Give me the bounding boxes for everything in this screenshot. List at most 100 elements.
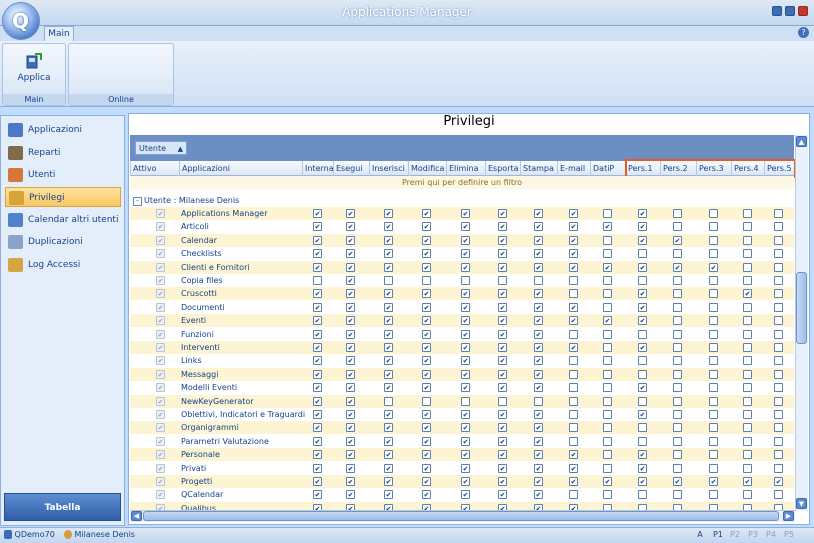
permission-checkbox[interactable]	[346, 410, 355, 419]
permission-checkbox[interactable]	[569, 316, 578, 326]
permission-checkbox[interactable]	[534, 276, 543, 285]
permission-checkbox[interactable]	[461, 396, 470, 406]
permission-checkbox[interactable]	[774, 262, 783, 272]
permission-checkbox[interactable]	[461, 423, 470, 433]
permission-checkbox[interactable]	[774, 249, 783, 259]
permission-checkbox[interactable]	[638, 222, 647, 232]
permission-checkbox[interactable]	[498, 463, 507, 473]
active-checkbox[interactable]	[156, 396, 165, 406]
permission-checkbox[interactable]	[498, 356, 507, 366]
permission-checkbox[interactable]	[498, 329, 507, 339]
permission-checkbox[interactable]	[313, 343, 322, 352]
permission-checkbox[interactable]	[346, 423, 355, 433]
permission-checkbox[interactable]	[498, 423, 507, 433]
permission-checkbox[interactable]	[638, 276, 647, 285]
permission-checkbox[interactable]	[774, 436, 783, 446]
permission-checkbox[interactable]	[461, 329, 470, 339]
permission-checkbox[interactable]	[346, 396, 355, 406]
permission-checkbox[interactable]	[422, 396, 431, 406]
permission-checkbox[interactable]	[498, 276, 507, 285]
permission-checkbox[interactable]	[346, 450, 355, 460]
permission-checkbox[interactable]	[534, 235, 543, 245]
permission-checkbox[interactable]	[313, 463, 322, 473]
permission-checkbox[interactable]	[498, 477, 507, 486]
permission-checkbox[interactable]	[384, 329, 393, 339]
permission-checkbox[interactable]	[709, 316, 718, 326]
active-checkbox[interactable]	[156, 249, 165, 259]
permission-checkbox[interactable]	[569, 276, 578, 285]
horizontal-scroll-thumb[interactable]	[143, 511, 779, 521]
permission-checkbox[interactable]	[603, 329, 612, 339]
user-group-row[interactable]: – Utente : Milanese Denis	[130, 194, 794, 207]
permission-checkbox[interactable]	[569, 222, 578, 232]
column-header[interactable]: Stampa	[520, 161, 557, 176]
permission-checkbox[interactable]	[709, 369, 718, 379]
permission-checkbox[interactable]	[774, 477, 783, 486]
permission-checkbox[interactable]	[461, 436, 470, 446]
permission-checkbox[interactable]	[709, 276, 718, 285]
permission-checkbox[interactable]	[638, 209, 647, 218]
permission-checkbox[interactable]	[638, 410, 647, 419]
permission-checkbox[interactable]	[569, 396, 578, 406]
active-checkbox[interactable]	[156, 410, 165, 419]
permission-checkbox[interactable]	[461, 222, 470, 232]
permission-checkbox[interactable]	[673, 477, 682, 486]
permission-checkbox[interactable]	[709, 209, 718, 218]
permission-checkbox[interactable]	[384, 209, 393, 218]
permission-checkbox[interactable]	[461, 276, 470, 285]
permission-checkbox[interactable]	[673, 436, 682, 446]
permission-checkbox[interactable]	[569, 289, 578, 299]
permission-checkbox[interactable]	[313, 369, 322, 379]
permission-checkbox[interactable]	[461, 316, 470, 326]
permission-checkbox[interactable]	[346, 329, 355, 339]
permission-checkbox[interactable]	[498, 289, 507, 299]
permission-checkbox[interactable]	[384, 343, 393, 352]
permission-checkbox[interactable]	[461, 235, 470, 245]
active-checkbox[interactable]	[156, 209, 165, 218]
permission-checkbox[interactable]	[638, 289, 647, 299]
permission-checkbox[interactable]	[743, 222, 752, 232]
permission-checkbox[interactable]	[498, 249, 507, 259]
permission-checkbox[interactable]	[603, 222, 612, 232]
permission-checkbox[interactable]	[422, 477, 431, 486]
active-checkbox[interactable]	[156, 383, 165, 393]
permission-checkbox[interactable]	[422, 249, 431, 259]
tab-main[interactable]: Main	[44, 26, 74, 42]
permission-checkbox[interactable]	[638, 356, 647, 366]
permission-checkbox[interactable]	[313, 209, 322, 218]
permission-checkbox[interactable]	[534, 383, 543, 393]
permission-checkbox[interactable]	[346, 436, 355, 446]
permission-checkbox[interactable]	[384, 316, 393, 326]
permission-checkbox[interactable]	[569, 262, 578, 272]
permission-checkbox[interactable]	[346, 262, 355, 272]
permission-checkbox[interactable]	[313, 356, 322, 366]
permission-checkbox[interactable]	[709, 329, 718, 339]
permission-checkbox[interactable]	[498, 369, 507, 379]
permission-checkbox[interactable]	[743, 396, 752, 406]
permission-checkbox[interactable]	[498, 302, 507, 312]
permission-checkbox[interactable]	[534, 423, 543, 433]
permission-checkbox[interactable]	[346, 209, 355, 218]
permission-checkbox[interactable]	[603, 276, 612, 285]
permission-checkbox[interactable]	[461, 477, 470, 486]
close-button[interactable]	[798, 6, 808, 16]
permission-checkbox[interactable]	[534, 343, 543, 352]
permission-checkbox[interactable]	[603, 289, 612, 299]
active-checkbox[interactable]	[156, 490, 165, 500]
permission-checkbox[interactable]	[422, 262, 431, 272]
permission-checkbox[interactable]	[709, 235, 718, 245]
permission-checkbox[interactable]	[534, 329, 543, 339]
permission-checkbox[interactable]	[743, 410, 752, 419]
permission-checkbox[interactable]	[673, 356, 682, 366]
permission-checkbox[interactable]	[774, 329, 783, 339]
permission-checkbox[interactable]	[498, 396, 507, 406]
permission-checkbox[interactable]	[603, 423, 612, 433]
sidebar-tabella-button[interactable]: Tabella	[4, 493, 121, 521]
active-checkbox[interactable]	[156, 369, 165, 379]
permission-checkbox[interactable]	[638, 262, 647, 272]
permission-checkbox[interactable]	[569, 436, 578, 446]
permission-checkbox[interactable]	[743, 209, 752, 218]
permission-checkbox[interactable]	[743, 436, 752, 446]
permission-checkbox[interactable]	[498, 316, 507, 326]
permission-checkbox[interactable]	[534, 436, 543, 446]
